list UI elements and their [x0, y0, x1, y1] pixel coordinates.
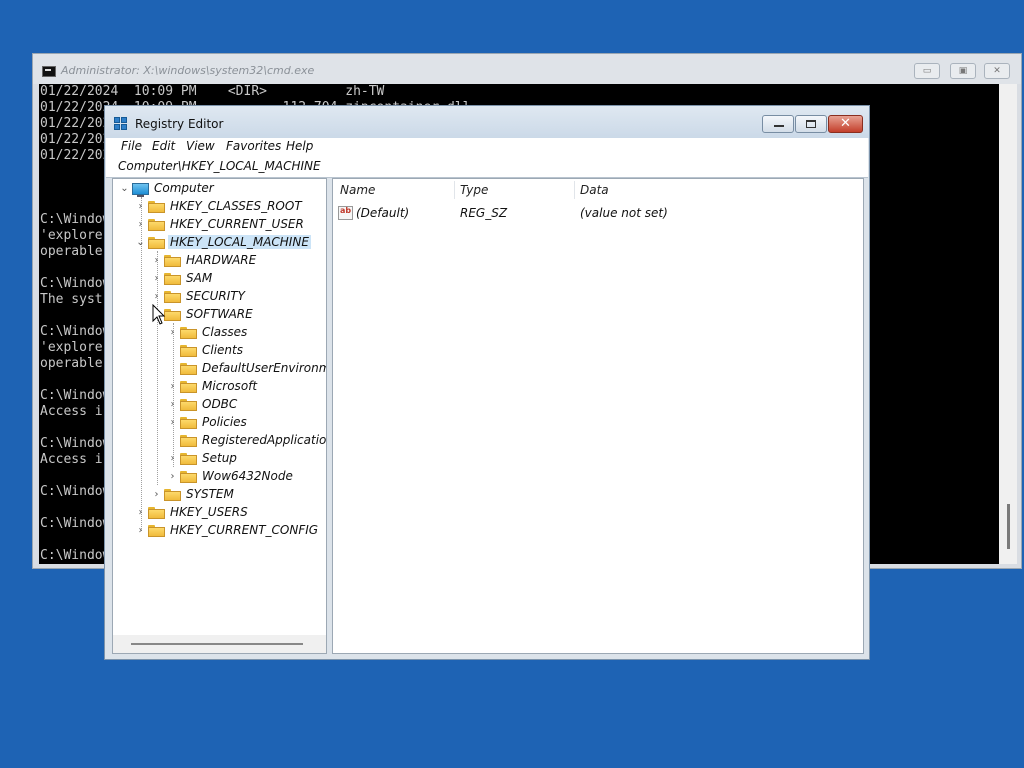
- chevron-right-icon[interactable]: ›: [151, 291, 162, 302]
- list-header: Name Type Data: [333, 179, 863, 201]
- close-icon: ✕: [840, 116, 851, 131]
- cmd-title: Administrator: X:\windows\system32\cmd.e…: [61, 64, 315, 77]
- folder-icon: [164, 489, 181, 501]
- menu-file[interactable]: File: [121, 139, 142, 153]
- key-tree[interactable]: ⌄ Computer › HKEY_CLASSES_ROOT › HKEY_CU…: [112, 178, 327, 654]
- registry-maximize-button[interactable]: [795, 115, 827, 133]
- chevron-right-icon[interactable]: ›: [167, 417, 178, 428]
- folder-icon: [148, 507, 165, 519]
- column-type[interactable]: Type: [460, 183, 488, 197]
- tree-horizontal-scrollbar[interactable]: [113, 635, 326, 653]
- tree-scroll-thumb[interactable]: [131, 643, 303, 645]
- folder-icon: [164, 255, 181, 267]
- cmd-scroll-thumb[interactable]: [1007, 504, 1010, 549]
- string-value-icon: [338, 206, 353, 220]
- registry-icon: [114, 117, 128, 131]
- folder-icon: [180, 435, 197, 447]
- chevron-right-icon[interactable]: ›: [167, 453, 178, 464]
- folder-icon: [148, 201, 165, 213]
- chevron-right-icon[interactable]: ›: [135, 507, 146, 518]
- minimize-icon: [774, 125, 784, 127]
- value-data: (value not set): [580, 206, 668, 220]
- folder-icon: [180, 381, 197, 393]
- value-name: (Default): [356, 206, 410, 220]
- column-data[interactable]: Data: [580, 183, 609, 197]
- chevron-right-icon[interactable]: ›: [151, 273, 162, 284]
- folder-icon: [180, 399, 197, 411]
- chevron-right-icon[interactable]: ›: [167, 327, 178, 338]
- folder-icon: [180, 471, 197, 483]
- chevron-right-icon[interactable]: ›: [151, 255, 162, 266]
- folder-icon: [148, 525, 165, 537]
- folder-icon: [164, 309, 181, 321]
- registry-editor-window[interactable]: Registry Editor ✕ File Edit View Favorit…: [104, 105, 870, 660]
- chevron-down-icon[interactable]: ⌄: [119, 183, 130, 194]
- folder-icon: [148, 219, 165, 231]
- chevron-right-icon[interactable]: ›: [167, 399, 178, 410]
- menu-favorites[interactable]: Favorites: [226, 139, 281, 153]
- cmd-titlebar[interactable]: Administrator: X:\windows\system32\cmd.e…: [33, 54, 1021, 84]
- cmd-minimize-button[interactable]: ▭: [914, 63, 940, 79]
- chevron-right-icon[interactable]: ›: [151, 489, 162, 500]
- address-text[interactable]: Computer\HKEY_LOCAL_MACHINE: [118, 159, 321, 173]
- chevron-right-icon[interactable]: ›: [167, 471, 178, 482]
- folder-icon: [164, 273, 181, 285]
- maximize-icon: [806, 120, 816, 128]
- menu-help[interactable]: Help: [286, 139, 313, 153]
- menu-edit[interactable]: Edit: [152, 139, 175, 153]
- folder-icon: [180, 345, 197, 357]
- registry-title: Registry Editor: [135, 117, 224, 131]
- chevron-right-icon[interactable]: ›: [135, 525, 146, 536]
- menu-view[interactable]: View: [186, 139, 215, 153]
- registry-titlebar[interactable]: Registry Editor ✕: [105, 106, 869, 138]
- chevron-right-icon[interactable]: ›: [135, 201, 146, 212]
- folder-icon: [180, 363, 197, 375]
- folder-icon: [180, 417, 197, 429]
- chevron-right-icon[interactable]: ›: [135, 219, 146, 230]
- menubar: File Edit View Favorites Help: [106, 138, 868, 158]
- registry-close-button[interactable]: ✕: [828, 115, 863, 133]
- cmd-icon: [42, 66, 56, 77]
- cmd-close-button[interactable]: ✕: [984, 63, 1010, 79]
- chevron-down-icon[interactable]: ⌄: [135, 237, 146, 248]
- value-type: REG_SZ: [460, 206, 508, 220]
- registry-minimize-button[interactable]: [762, 115, 794, 133]
- cmd-scrollbar[interactable]: [999, 84, 1017, 564]
- folder-icon: [148, 237, 165, 249]
- folder-icon: [164, 291, 181, 303]
- address-bar[interactable]: Computer\HKEY_LOCAL_MACHINE: [106, 158, 868, 178]
- cmd-maximize-button[interactable]: ▣: [950, 63, 976, 79]
- computer-icon: [132, 183, 149, 197]
- column-name[interactable]: Name: [340, 183, 375, 197]
- folder-icon: [180, 453, 197, 465]
- values-list[interactable]: Name Type Data (Default) REG_SZ (value n…: [332, 178, 864, 654]
- folder-icon: [180, 327, 197, 339]
- mouse-cursor-icon: [152, 304, 166, 325]
- chevron-right-icon[interactable]: ›: [167, 381, 178, 392]
- cmd-line: 01/22/2024 10:09 PM <DIR> zh-TW: [40, 84, 385, 99]
